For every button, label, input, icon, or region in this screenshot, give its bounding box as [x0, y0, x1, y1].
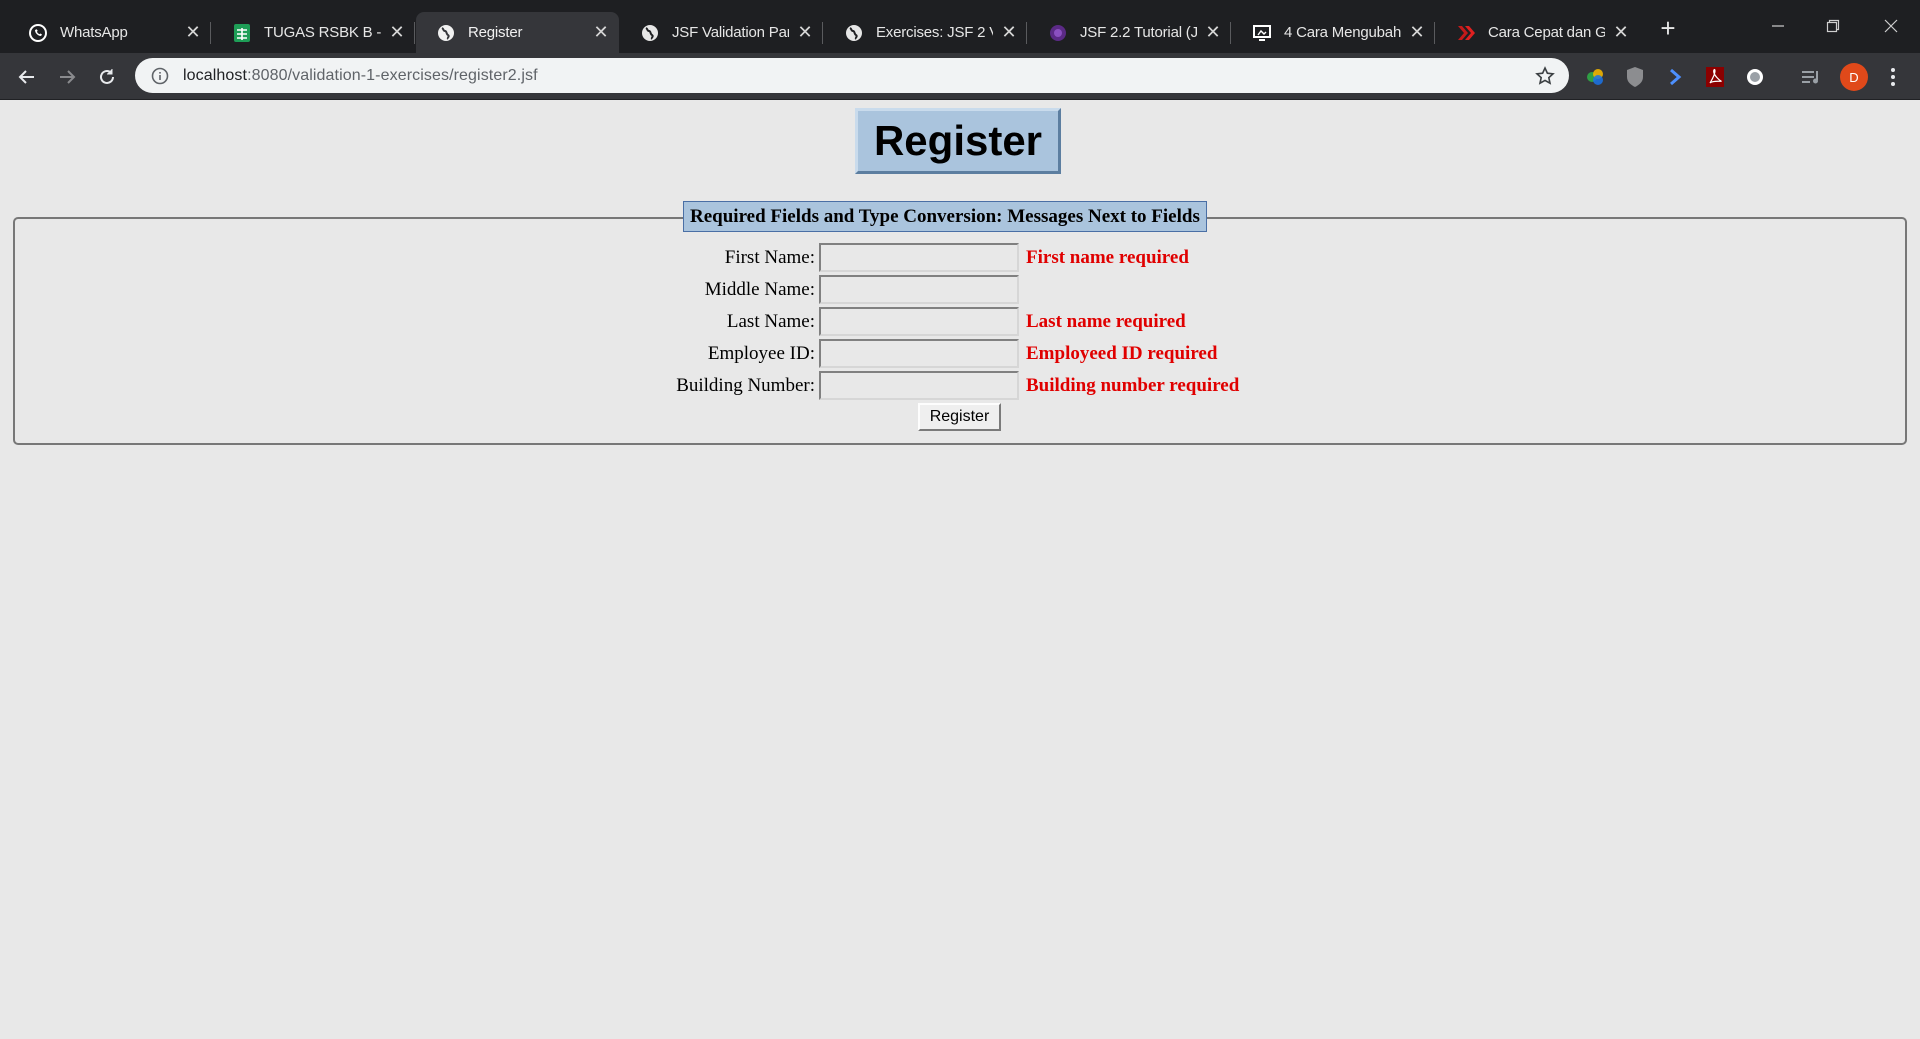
browser-title-bar: WhatsApp ✕ TUGAS RSBK B - G ✕ Register ✕… — [0, 0, 1920, 53]
first-name-input[interactable] — [819, 243, 1019, 272]
info-icon[interactable] — [149, 67, 171, 85]
first-name-error: First name required — [1026, 247, 1189, 268]
close-icon[interactable]: ✕ — [1611, 22, 1631, 43]
url-path: :8080/validation-1-exercises/register2.j… — [247, 66, 538, 84]
menu-kebab-icon[interactable] — [1880, 64, 1906, 90]
tab-separator — [210, 22, 211, 44]
reload-icon — [100, 69, 114, 84]
tab-title: 4 Cara Mengubah — [1284, 24, 1401, 41]
tab-title: Register — [468, 24, 523, 41]
extension-chevron-icon[interactable] — [1662, 64, 1688, 90]
building-number-label: Building Number: — [676, 375, 815, 396]
google-sheets-icon — [232, 23, 252, 43]
monitor-icon — [1252, 23, 1272, 43]
extension-pdf-icon[interactable] — [1702, 64, 1728, 90]
forward-button[interactable] — [54, 64, 80, 90]
arrow-left-icon — [18, 70, 34, 84]
building-number-input[interactable] — [819, 371, 1019, 400]
tab-title: Cara Cepat dan Ga — [1488, 24, 1605, 41]
middle-name-label: Middle Name: — [704, 279, 815, 300]
form-row-building-number: Building Number: Building number require… — [0, 370, 1920, 402]
minimize-icon — [1772, 25, 1784, 27]
back-button[interactable] — [14, 64, 40, 90]
profile-avatar[interactable]: D — [1840, 63, 1868, 91]
tab-title: JSF 2.2 Tutorial (Ja — [1080, 24, 1197, 41]
close-icon[interactable]: ✕ — [183, 22, 203, 43]
tab-separator — [822, 22, 823, 44]
last-name-error: Last name required — [1026, 311, 1186, 332]
close-icon[interactable]: ✕ — [1203, 22, 1223, 43]
close-icon — [1884, 19, 1898, 33]
form-row-employee-id: Employee ID: Employeed ID required — [0, 338, 1920, 370]
site-icon — [1048, 23, 1068, 43]
tab-separator — [1026, 22, 1027, 44]
tab-strip: WhatsApp ✕ TUGAS RSBK B - G ✕ Register ✕… — [0, 12, 1640, 53]
url-text: localhost:8080/validation-1-exercises/re… — [183, 67, 538, 85]
media-control-icon[interactable] — [1798, 64, 1824, 90]
globe-icon — [640, 23, 660, 43]
url-host: localhost — [183, 66, 248, 84]
restore-button[interactable] — [1815, 14, 1851, 38]
extension-shield-icon[interactable] — [1622, 64, 1648, 90]
register-button[interactable]: Register — [918, 403, 1001, 431]
form-row-last-name: Last Name: Last name required — [0, 306, 1920, 338]
middle-name-input[interactable] — [819, 275, 1019, 304]
extension-colorful-icon[interactable] — [1582, 64, 1608, 90]
red-chevrons-icon — [1456, 23, 1476, 43]
new-tab-button[interactable]: + — [1656, 15, 1680, 41]
arrow-right-icon — [60, 70, 76, 84]
first-name-label: First Name: — [724, 247, 815, 268]
close-icon[interactable]: ✕ — [591, 22, 611, 43]
employee-id-input[interactable] — [819, 339, 1019, 368]
tab-title: Exercises: JSF 2 Val — [876, 24, 993, 41]
globe-icon — [844, 23, 864, 43]
minimize-button[interactable] — [1760, 14, 1796, 38]
restore-icon — [1826, 19, 1840, 33]
whatsapp-icon — [28, 23, 48, 43]
page-title: Register — [855, 108, 1061, 174]
employee-id-label: Employee ID: — [707, 343, 815, 364]
tab-tugas-rsbk[interactable]: TUGAS RSBK B - G ✕ — [212, 12, 415, 53]
close-icon[interactable]: ✕ — [1407, 22, 1427, 43]
close-icon[interactable]: ✕ — [387, 22, 407, 43]
tab-4-cara-mengubah[interactable]: 4 Cara Mengubah ✕ — [1232, 12, 1435, 53]
tab-cara-cepat[interactable]: Cara Cepat dan Ga ✕ — [1436, 12, 1639, 53]
building-number-error: Building number required — [1026, 375, 1240, 396]
reload-button[interactable] — [94, 64, 120, 90]
tab-exercises-jsf2[interactable]: Exercises: JSF 2 Val ✕ — [824, 12, 1027, 53]
tab-register[interactable]: Register ✕ — [416, 12, 619, 53]
tab-separator — [1434, 22, 1435, 44]
page-content: Register Required Fields and Type Conver… — [0, 100, 1920, 1039]
tab-title: TUGAS RSBK B - G — [264, 24, 381, 41]
fieldset-legend: Required Fields and Type Conversion: Mes… — [683, 201, 1207, 232]
bookmark-star-icon[interactable] — [1533, 64, 1557, 88]
tab-separator — [414, 22, 415, 44]
tab-title: WhatsApp — [60, 24, 128, 41]
globe-icon — [436, 23, 456, 43]
tab-jsf-validation-part[interactable]: JSF Validation Part ✕ — [620, 12, 823, 53]
employee-id-error: Employeed ID required — [1026, 343, 1218, 364]
tab-jsf-tutorial[interactable]: JSF 2.2 Tutorial (Ja ✕ — [1028, 12, 1231, 53]
extension-circle-icon[interactable] — [1742, 64, 1768, 90]
tab-separator — [1230, 22, 1231, 44]
close-icon[interactable]: ✕ — [795, 22, 815, 43]
browser-toolbar: localhost:8080/validation-1-exercises/re… — [0, 53, 1920, 100]
tab-title: JSF Validation Part — [672, 24, 789, 41]
form-row-middle-name: Middle Name: — [0, 274, 1920, 306]
last-name-label: Last Name: — [726, 311, 815, 332]
last-name-input[interactable] — [819, 307, 1019, 336]
close-icon[interactable]: ✕ — [999, 22, 1019, 43]
tab-whatsapp[interactable]: WhatsApp ✕ — [8, 12, 211, 53]
form-row-first-name: First Name: First name required — [0, 242, 1920, 274]
address-bar[interactable]: localhost:8080/validation-1-exercises/re… — [135, 58, 1569, 93]
close-window-button[interactable] — [1873, 14, 1909, 38]
